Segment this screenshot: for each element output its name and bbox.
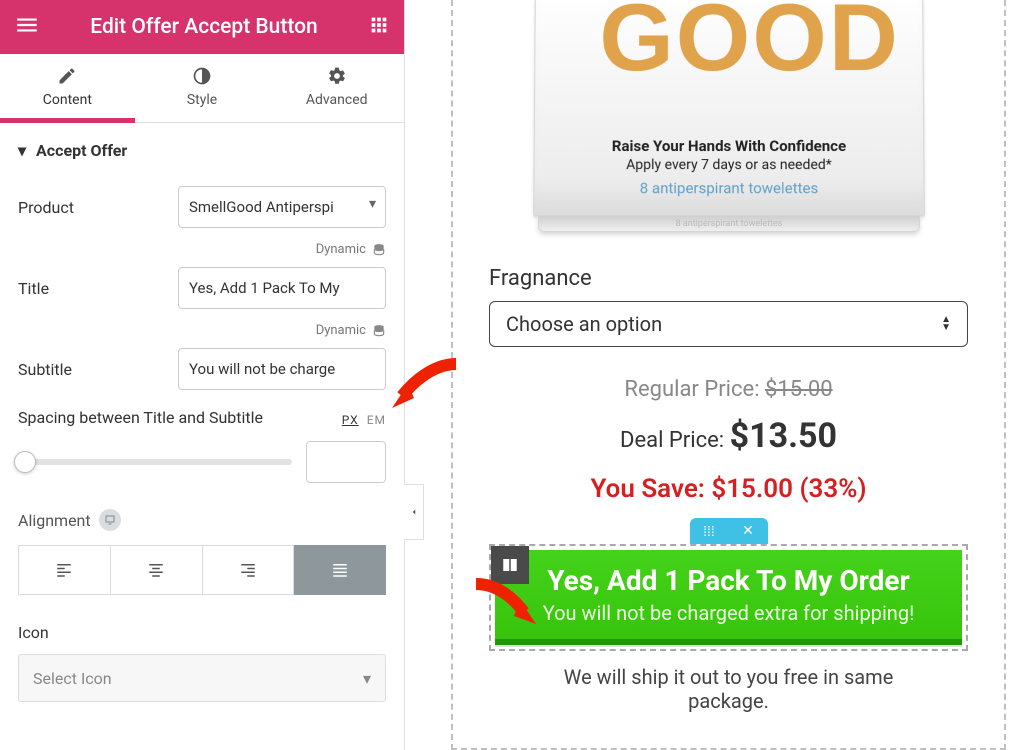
database-icon <box>372 324 386 338</box>
fragrance-select[interactable]: Choose an option ▲▼ <box>489 301 968 347</box>
controls: ▾ Accept Offer Product Dynamic Title Dyn… <box>0 123 404 750</box>
subtitle-label: Subtitle <box>18 360 178 379</box>
panel-title: Edit Offer Accept Button <box>40 15 368 39</box>
section-accept-offer[interactable]: ▾ Accept Offer <box>18 141 386 160</box>
tab-advanced-label: Advanced <box>306 92 368 108</box>
title-input[interactable] <box>178 267 386 309</box>
panel-header: Edit Offer Accept Button <box>0 0 404 54</box>
close-icon[interactable]: ✕ <box>742 523 754 539</box>
columns-icon[interactable] <box>491 546 529 584</box>
spacing-slider[interactable] <box>18 459 292 465</box>
cta-title: Yes, Add 1 Pack To My Order <box>505 564 952 597</box>
tagline-2: Apply every 7 days or as needed* <box>534 157 923 173</box>
unit-switch[interactable]: PX EM <box>342 413 386 427</box>
fragrance-label: Fragnance <box>489 266 592 291</box>
drag-dots-icon: ⁞⁞⁞ <box>703 523 715 540</box>
tabs: Content Style Advanced <box>0 54 404 123</box>
dynamic-toggle-title[interactable]: Dynamic <box>18 242 386 257</box>
caret-down-icon: ▾ <box>18 141 26 160</box>
align-right-button[interactable] <box>203 545 295 595</box>
chevron-down-icon: ▾ <box>363 669 371 688</box>
widget-handle[interactable]: ⁞⁞⁞ ✕ <box>690 518 768 544</box>
align-center-button[interactable] <box>111 545 203 595</box>
menu-icon[interactable] <box>14 12 40 42</box>
brand-text: GOOD <box>599 0 900 93</box>
spacing-input[interactable] <box>306 441 386 483</box>
tab-content[interactable]: Content <box>0 54 135 122</box>
tab-advanced[interactable]: Advanced <box>269 54 404 122</box>
cta-subtitle: You will not be charged extra for shippi… <box>505 601 952 625</box>
select-arrows-icon: ▲▼ <box>941 316 951 332</box>
widget-frame[interactable]: Yes, Add 1 Pack To My Order You will not… <box>489 544 968 651</box>
align-left-button[interactable] <box>18 545 111 595</box>
editor-panel: Edit Offer Accept Button Content Style A… <box>0 0 405 750</box>
alignment-label: Alignment <box>18 511 91 530</box>
product-image: GOOD Raise Your Hands With Confidence Ap… <box>534 0 924 232</box>
deal-price: Deal Price: $13.50 <box>620 416 837 456</box>
tab-style[interactable]: Style <box>135 54 270 122</box>
regular-price: Regular Price: $15.00 <box>624 377 832 402</box>
section-title: Accept Offer <box>36 141 127 160</box>
icon-label: Icon <box>18 623 386 642</box>
product-label: Product <box>18 198 178 217</box>
tab-content-label: Content <box>43 92 92 108</box>
dynamic-toggle-subtitle[interactable]: Dynamic <box>18 323 386 338</box>
align-justify-button[interactable] <box>294 545 386 595</box>
accept-offer-button[interactable]: Yes, Add 1 Pack To My Order You will not… <box>495 550 962 645</box>
spacing-label: Spacing between Title and Subtitle <box>18 408 263 427</box>
product-select[interactable] <box>178 186 386 228</box>
tab-style-label: Style <box>187 92 217 108</box>
tagline-1: Raise Your Hands With Confidence <box>534 137 923 155</box>
database-icon <box>372 243 386 257</box>
preview-pane: GOOD Raise Your Hands With Confidence Ap… <box>405 0 1024 750</box>
shipping-note: We will ship it out to you free in same … <box>489 665 968 713</box>
subtitle-input[interactable] <box>178 348 386 390</box>
you-save: You Save: $15.00 (33%) <box>590 474 866 504</box>
alignment-buttons <box>18 545 386 595</box>
responsive-icon[interactable] <box>99 509 121 531</box>
apps-grid-icon[interactable] <box>368 14 390 40</box>
icon-select[interactable]: Select Icon ▾ <box>18 654 386 702</box>
title-label: Title <box>18 279 178 298</box>
tagline-3: 8 antiperspirant towelettes <box>534 179 923 197</box>
